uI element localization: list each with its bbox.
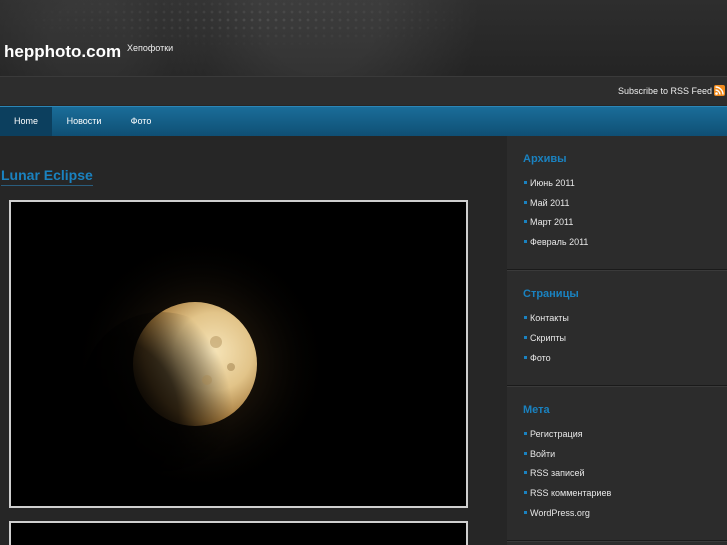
header-pattern <box>0 0 727 76</box>
archive-link[interactable]: Март 2011 <box>523 217 573 227</box>
pages-widget-title: Страницы <box>523 288 579 300</box>
nav-item-photo[interactable]: Фото <box>118 107 164 136</box>
archives-widget-title: Архивы <box>523 153 567 165</box>
post-image-second[interactable] <box>9 521 468 545</box>
page-link[interactable]: Фото <box>524 353 551 363</box>
meta-link[interactable]: WordPress.org <box>524 508 590 518</box>
site-header: hepphoto.com Хепофотки <box>0 0 727 76</box>
subscribe-bar: Subscribe to RSS Feed <box>0 76 727 105</box>
post-image-lunar-eclipse[interactable] <box>9 200 468 508</box>
meta-link[interactable]: RSS комментариев <box>523 488 611 498</box>
rss-icon[interactable] <box>714 85 725 96</box>
post-title[interactable]: Lunar Eclipse <box>1 167 93 186</box>
meta-link[interactable]: Регистрация <box>524 429 583 439</box>
widget-divider <box>507 540 727 541</box>
site-title[interactable]: hepphoto.com <box>4 42 121 62</box>
meta-widget-title: Мета <box>523 404 550 416</box>
nav-item-home[interactable]: Home <box>0 107 52 136</box>
archive-link[interactable]: Май 2011 <box>524 198 570 208</box>
page-link[interactable]: Контакты <box>524 313 569 323</box>
widget-divider <box>507 269 727 270</box>
archive-link[interactable]: Февраль 2011 <box>523 237 588 247</box>
subscribe-rss-link[interactable]: Subscribe to RSS Feed <box>618 86 712 96</box>
main-nav: Home Новости Фото <box>0 106 727 136</box>
site-description: Хепофотки <box>127 43 174 53</box>
meta-link[interactable]: Войти <box>523 449 555 459</box>
archive-link[interactable]: Июнь 2011 <box>524 178 575 188</box>
widget-divider <box>507 385 727 386</box>
page-link[interactable]: Скрипты <box>524 333 566 343</box>
nav-item-news[interactable]: Новости <box>58 107 110 136</box>
sidebar: Архивы Июнь 2011 Май 2011 Март 2011 Февр… <box>507 136 727 545</box>
meta-link[interactable]: RSS записей <box>524 468 585 478</box>
